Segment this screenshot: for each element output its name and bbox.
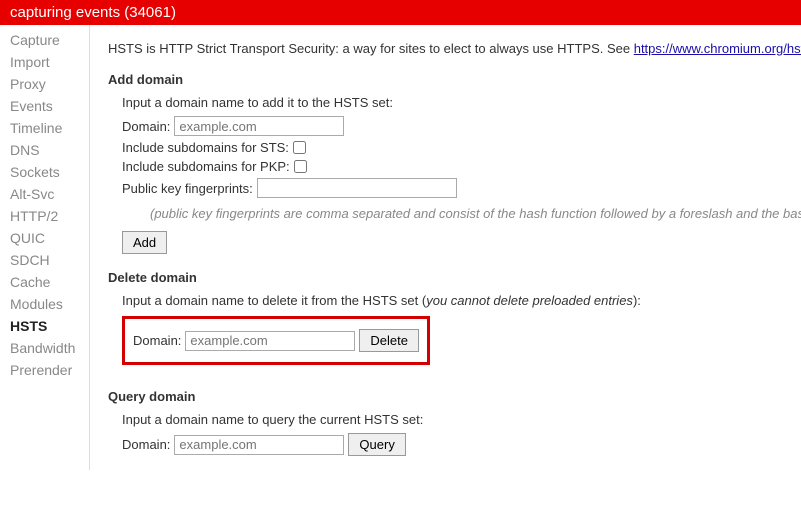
delete-domain-title: Delete domain xyxy=(108,270,801,285)
delete-instruction-b: you cannot delete preloaded entries xyxy=(426,293,633,308)
add-pkf-hint: (public key fingerprints are comma separ… xyxy=(122,206,801,221)
query-instruction: Input a domain name to query the current… xyxy=(122,412,801,427)
query-domain-row: Domain: Query xyxy=(122,433,801,456)
sidebar-item-proxy[interactable]: Proxy xyxy=(0,73,89,95)
sidebar-item-import[interactable]: Import xyxy=(0,51,89,73)
add-pkf-label: Public key fingerprints: xyxy=(122,181,253,196)
add-sts-row: Include subdomains for STS: xyxy=(122,140,801,155)
sidebar-item-bandwidth[interactable]: Bandwidth xyxy=(0,337,89,359)
sidebar-item-quic[interactable]: QUIC xyxy=(0,227,89,249)
sidebar-item-events[interactable]: Events xyxy=(0,95,89,117)
query-button[interactable]: Query xyxy=(348,433,405,456)
sidebar-item-alt-svc[interactable]: Alt-Svc xyxy=(0,183,89,205)
add-domain-block: Input a domain name to add it to the HST… xyxy=(108,95,801,254)
header-bar: capturing events (34061) xyxy=(0,0,801,25)
sidebar-item-cache[interactable]: Cache xyxy=(0,271,89,293)
delete-instruction-c: ): xyxy=(633,293,641,308)
delete-domain-input[interactable] xyxy=(185,331,355,351)
intro-paragraph: HSTS is HTTP Strict Transport Security: … xyxy=(108,41,801,56)
sidebar-item-capture[interactable]: Capture xyxy=(0,29,89,51)
delete-instruction-a: Input a domain name to delete it from th… xyxy=(122,293,426,308)
add-sts-label: Include subdomains for STS: xyxy=(122,140,289,155)
delete-domain-label: Domain: xyxy=(133,333,181,348)
main-layout: Capture Import Proxy Events Timeline DNS… xyxy=(0,25,801,470)
add-pkp-label: Include subdomains for PKP: xyxy=(122,159,290,174)
add-instruction: Input a domain name to add it to the HST… xyxy=(122,95,801,110)
query-domain-block: Input a domain name to query the current… xyxy=(108,412,801,456)
add-domain-input[interactable] xyxy=(174,116,344,136)
delete-highlight-box: Domain: Delete xyxy=(122,316,430,365)
sidebar-item-hsts[interactable]: HSTS xyxy=(0,315,89,337)
query-domain-input[interactable] xyxy=(174,435,344,455)
sidebar-item-sockets[interactable]: Sockets xyxy=(0,161,89,183)
delete-instruction: Input a domain name to delete it from th… xyxy=(122,293,801,308)
delete-domain-row: Domain: Delete xyxy=(133,329,419,352)
add-pkp-row: Include subdomains for PKP: xyxy=(122,159,801,174)
add-pkf-input[interactable] xyxy=(257,178,457,198)
delete-domain-block: Input a domain name to delete it from th… xyxy=(108,293,801,373)
sidebar: Capture Import Proxy Events Timeline DNS… xyxy=(0,25,90,470)
sidebar-item-dns[interactable]: DNS xyxy=(0,139,89,161)
sidebar-item-timeline[interactable]: Timeline xyxy=(0,117,89,139)
content-pane: HSTS is HTTP Strict Transport Security: … xyxy=(90,25,801,470)
add-domain-row: Domain: xyxy=(122,116,801,136)
intro-text: HSTS is HTTP Strict Transport Security: … xyxy=(108,41,634,56)
query-domain-label: Domain: xyxy=(122,437,170,452)
sidebar-item-prerender[interactable]: Prerender xyxy=(0,359,89,381)
sidebar-item-http2[interactable]: HTTP/2 xyxy=(0,205,89,227)
add-domain-label: Domain: xyxy=(122,119,170,134)
sidebar-item-sdch[interactable]: SDCH xyxy=(0,249,89,271)
add-button[interactable]: Add xyxy=(122,231,167,254)
add-pkp-checkbox[interactable] xyxy=(294,160,307,173)
sidebar-item-modules[interactable]: Modules xyxy=(0,293,89,315)
add-sts-checkbox[interactable] xyxy=(293,141,306,154)
delete-button[interactable]: Delete xyxy=(359,329,419,352)
query-domain-title: Query domain xyxy=(108,389,801,404)
add-pkf-row: Public key fingerprints: xyxy=(122,178,801,198)
add-domain-title: Add domain xyxy=(108,72,801,87)
header-title: capturing events (34061) xyxy=(10,4,176,21)
intro-link[interactable]: https://www.chromium.org/hsts xyxy=(634,41,801,56)
